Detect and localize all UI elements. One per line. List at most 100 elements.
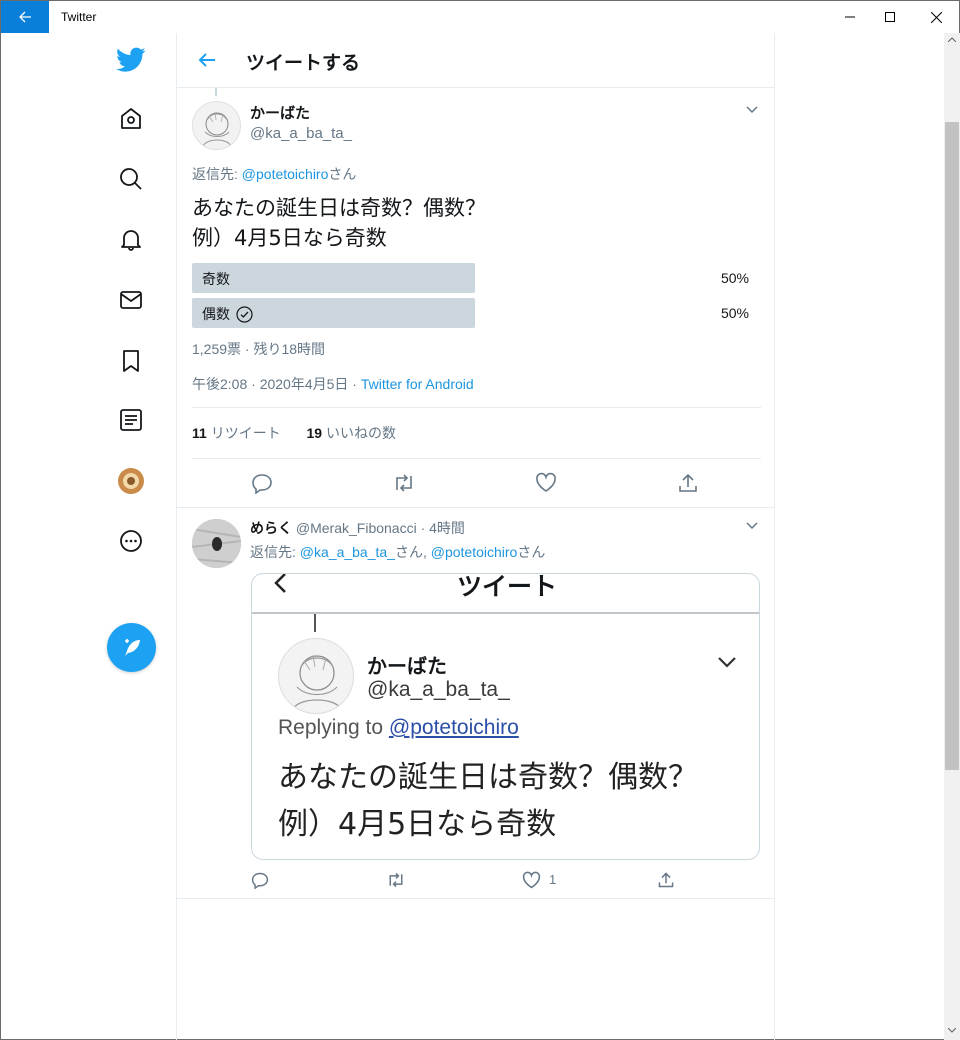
reply-to-link[interactable]: @potetoichiro [242, 166, 329, 182]
reply-author-name[interactable]: めらく [250, 520, 292, 536]
scrollbar-thumb[interactable] [945, 122, 959, 770]
reply-to-link[interactable]: @potetoichiro [431, 544, 518, 560]
arrow-left-icon [198, 53, 215, 67]
reply-menu-button[interactable] [742, 516, 762, 536]
share-icon [658, 872, 674, 888]
avatar-image [202, 111, 232, 147]
title-bar: Twitter [1, 1, 959, 33]
sidebar-nav [2, 33, 176, 1040]
reply-author-handle[interactable]: @Merak_Fibonacci [296, 520, 417, 536]
nav-more[interactable] [114, 524, 148, 558]
image-reply-link: @potetoichiro [388, 716, 519, 739]
tweet-menu-button[interactable] [742, 100, 762, 120]
list-icon [120, 409, 142, 431]
share-button[interactable] [651, 865, 681, 895]
likes-stat[interactable]: 19 いいねの数 [306, 425, 395, 441]
poll-option-label: 奇数 [202, 269, 230, 289]
poll-option-percent: 50% [720, 305, 749, 321]
reply-button[interactable] [245, 865, 275, 895]
retweet-button[interactable] [381, 865, 411, 895]
search-icon [120, 168, 142, 190]
poll-option-label: 偶数 [202, 304, 253, 324]
poll-summary: 1,259票 · 残り18時間 [192, 341, 326, 357]
scroll-down-icon[interactable] [948, 1028, 956, 1033]
window-title: Twitter [61, 10, 97, 24]
avatar[interactable] [192, 101, 241, 150]
thread-line [215, 88, 217, 96]
retweet-button[interactable] [389, 468, 419, 498]
retweets-count: 11 [192, 425, 207, 441]
retweet-icon [396, 474, 412, 492]
avatar-image [192, 519, 241, 568]
arrow-left-icon [19, 11, 31, 23]
reply-icon [252, 474, 272, 494]
divider [177, 898, 775, 899]
header-back-button[interactable] [193, 46, 221, 74]
attached-image[interactable]: ツイート かーばた @ka_a_ba_ta_ Replying to @pote… [251, 573, 760, 860]
reply-context: 返信先: @potetoichiroさん [192, 164, 356, 184]
tweet-text-line: 例）4月5日なら奇数 [192, 226, 387, 250]
image-avatar [278, 638, 354, 714]
likes-label: いいねの数 [322, 425, 396, 441]
image-reply-prefix: Replying to [278, 716, 389, 739]
share-button[interactable] [673, 468, 703, 498]
nav-lists[interactable] [114, 403, 148, 437]
mail-icon [120, 291, 142, 309]
author-handle[interactable]: @ka_a_ba_ta_ [250, 125, 352, 142]
heart-icon [536, 472, 556, 492]
reply-time[interactable]: · 4時間 [417, 520, 465, 536]
bookmark-icon [123, 350, 139, 372]
chevron-down-icon [746, 522, 758, 530]
likes-count: 19 [306, 425, 323, 441]
tweet-timestamp: 午後2:08 · 2020年4月5日 · Twitter for Android [192, 374, 474, 394]
image-author-name: かーばた [367, 656, 447, 678]
divider [177, 507, 775, 508]
source-link[interactable]: Twitter for Android [361, 376, 474, 392]
poll-option-2: 偶数 [192, 298, 475, 328]
profile-avatar-icon [118, 468, 144, 494]
nav-bookmarks[interactable] [114, 344, 148, 378]
reply-to-link[interactable]: @ka_a_ba_ta_ [300, 544, 395, 560]
arrow-left-icon [274, 574, 286, 593]
close-icon [930, 11, 942, 23]
retweets-stat[interactable]: 11 リツイート [192, 425, 281, 441]
poll-option-text: 偶数 [202, 307, 230, 323]
twitter-bird-icon [116, 47, 146, 72]
reply-suffix: さん [517, 544, 546, 560]
timestamp-text: 午後2:08 · 2020年4月5日 · [192, 376, 361, 392]
poll-option-1: 奇数 [192, 263, 475, 293]
page-header: ツイートする [177, 33, 775, 88]
avatar-image [292, 654, 342, 710]
thread-line [314, 614, 316, 632]
nav-notifications[interactable] [114, 222, 148, 256]
tweet-text-line: あなたの誕生日は奇数？偶数？ [192, 196, 486, 220]
divider [192, 407, 761, 408]
reply-prefix: 返信先: [250, 544, 300, 560]
bell-icon [121, 230, 141, 251]
poll-option-text: 奇数 [202, 272, 230, 288]
retweets-label: リツイート [206, 425, 281, 441]
reply-context: 返信先: @ka_a_ba_ta_さん, @potetoichiroさん [250, 542, 545, 562]
retweet-icon [389, 872, 403, 888]
reply-icon [251, 872, 269, 889]
like-button[interactable] [516, 865, 546, 895]
nav-search[interactable] [114, 162, 148, 196]
nav-profile[interactable] [114, 464, 148, 498]
nav-home[interactable] [114, 102, 148, 136]
like-button[interactable] [531, 468, 561, 498]
window-back-button[interactable] [1, 1, 49, 33]
divider [192, 458, 761, 459]
reply-avatar[interactable] [192, 519, 241, 568]
reply-button[interactable] [247, 468, 277, 498]
maximize-button[interactable] [867, 1, 913, 33]
image-title: ツイート [457, 573, 558, 601]
image-tweet-text: あなたの誕生日は奇数？偶数？ 例）4月5日なら奇数 [278, 754, 698, 848]
compose-tweet-button[interactable] [107, 623, 156, 672]
scrollbar[interactable] [944, 33, 960, 1040]
author-name[interactable]: かーばた [250, 102, 310, 123]
close-button[interactable] [913, 1, 959, 33]
nav-messages[interactable] [114, 283, 148, 317]
scroll-up-icon[interactable] [948, 37, 956, 42]
page-title: ツイートする [246, 53, 361, 74]
twitter-logo-link[interactable] [114, 43, 148, 77]
